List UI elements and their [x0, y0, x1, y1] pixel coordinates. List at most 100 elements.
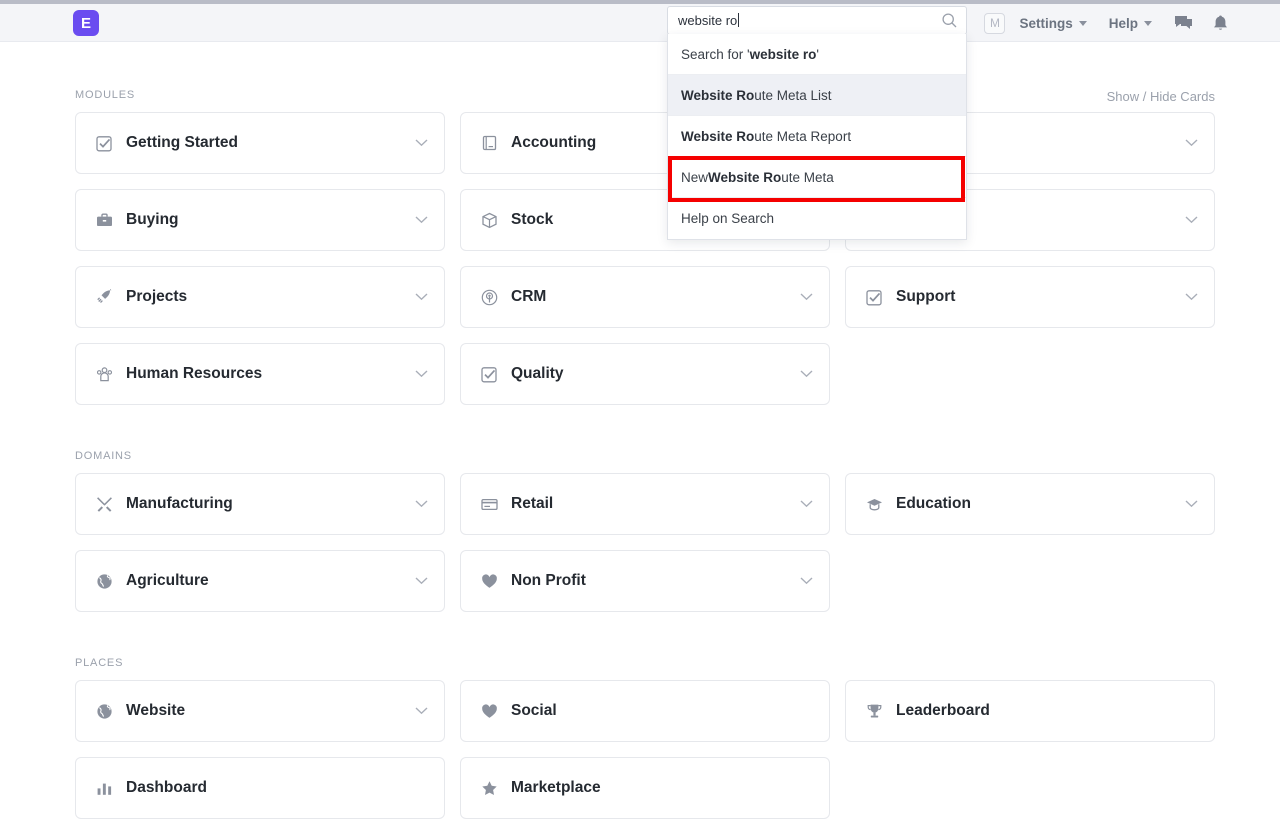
chevron-down-icon[interactable]	[415, 707, 428, 715]
bell-icon[interactable]	[1213, 15, 1228, 32]
crm-icon	[480, 288, 498, 306]
workspace-card-dashboard[interactable]: Dashboard	[75, 757, 445, 819]
workspace-card-label: Accounting	[511, 134, 596, 152]
workspace-card-label: Getting Started	[126, 134, 238, 152]
box-icon	[480, 211, 498, 229]
search-input-value: website ro	[678, 13, 739, 28]
workspace-card-support[interactable]: Support	[845, 266, 1215, 328]
workspace-card-retail[interactable]: Retail	[460, 473, 830, 535]
workspace-card-label: Leaderboard	[896, 702, 990, 720]
suggestion-match: Website Ro	[681, 129, 754, 144]
search-suggestion-help[interactable]: Help on Search	[668, 198, 966, 239]
search-icon[interactable]	[942, 13, 957, 33]
search-suggestion-search-for[interactable]: Search for 'website ro'	[668, 34, 966, 75]
workspace-card-website[interactable]: Website	[75, 680, 445, 742]
search-suggestions-dropdown: Search for 'website ro'Website Route Met…	[667, 34, 967, 240]
chevron-down-icon[interactable]	[1185, 139, 1198, 147]
globe-icon	[95, 572, 113, 590]
workspace-card-label: Non Profit	[511, 572, 586, 590]
chevron-down-icon[interactable]	[415, 577, 428, 585]
briefcase-icon	[95, 211, 113, 229]
suggestion-match: Website Ro	[681, 88, 754, 103]
star-icon	[480, 779, 498, 797]
search-suggestion-route-list[interactable]: Website Route Meta List	[668, 75, 966, 116]
suggestion-prefix: Help on Search	[681, 211, 774, 226]
workspace-card-label: Agriculture	[126, 572, 209, 590]
search-suggestion-route-new[interactable]: New Website Route Meta	[668, 157, 966, 198]
chevron-down-icon[interactable]	[1185, 293, 1198, 301]
check-square-icon	[480, 365, 498, 383]
section-heading-domains: DOMAINS	[75, 450, 132, 462]
workspace-card-crm[interactable]: CRM	[460, 266, 830, 328]
chevron-down-icon[interactable]	[415, 370, 428, 378]
check-square-icon	[865, 288, 883, 306]
tools-icon	[95, 495, 113, 513]
globe-icon	[95, 702, 113, 720]
app-logo[interactable]: E	[73, 10, 99, 36]
workspace-card-label: Support	[896, 288, 955, 306]
suggestion-suffix: '	[816, 47, 819, 62]
trophy-icon	[865, 702, 883, 720]
chevron-down-icon[interactable]	[800, 577, 813, 585]
workspace-card-label: CRM	[511, 288, 546, 306]
suggestion-suffix: ute Meta List	[754, 88, 831, 103]
chat-icon[interactable]	[1174, 15, 1193, 32]
help-menu[interactable]: Help	[1109, 16, 1152, 31]
section-heading-places: PLACES	[75, 657, 123, 669]
workspace-card-social[interactable]: Social	[460, 680, 830, 742]
workspace-card-marketplace[interactable]: Marketplace	[460, 757, 830, 819]
check-square-icon	[95, 134, 113, 152]
global-search: website ro Search for 'website ro'Websit…	[667, 6, 967, 35]
workspace-card-label: Social	[511, 702, 557, 720]
chevron-down-icon[interactable]	[800, 500, 813, 508]
heart-icon	[480, 572, 498, 590]
suggestion-match: website ro	[750, 47, 817, 62]
navbar-right-group: M Settings Help	[984, 4, 1228, 42]
search-input[interactable]: website ro	[667, 6, 967, 35]
section-heading-modules: MODULES	[75, 89, 135, 101]
workspace-card-agriculture[interactable]: Agriculture	[75, 550, 445, 612]
avatar-letter: M	[990, 16, 1000, 30]
chevron-down-icon[interactable]	[1185, 216, 1198, 224]
workspace-card-quality[interactable]: Quality	[460, 343, 830, 405]
workspace-card-non-profit[interactable]: Non Profit	[460, 550, 830, 612]
workspace-card-projects[interactable]: Projects	[75, 266, 445, 328]
chevron-down-icon[interactable]	[415, 216, 428, 224]
settings-label: Settings	[1019, 16, 1072, 31]
workspace-card-leaderboard[interactable]: Leaderboard	[845, 680, 1215, 742]
chevron-down-icon[interactable]	[800, 370, 813, 378]
workspace-card-label: Stock	[511, 211, 553, 229]
suggestion-suffix: ute Meta Report	[754, 129, 851, 144]
top-navbar: E M Settings Help	[0, 4, 1280, 42]
workspace-card-education[interactable]: Education	[845, 473, 1215, 535]
rocket-icon	[95, 288, 113, 306]
chevron-down-icon[interactable]	[415, 139, 428, 147]
workspace-card-label: Quality	[511, 365, 564, 383]
workspace-card-getting-started[interactable]: Getting Started	[75, 112, 445, 174]
settings-menu[interactable]: Settings	[1019, 16, 1086, 31]
workspace-card-label: Website	[126, 702, 185, 720]
show-hide-cards-link[interactable]: Show / Hide Cards	[1107, 89, 1215, 104]
workspace-card-manufacturing[interactable]: Manufacturing	[75, 473, 445, 535]
chart-icon	[95, 779, 113, 797]
workspace-card-label: Retail	[511, 495, 553, 513]
avatar[interactable]: M	[984, 13, 1005, 34]
chevron-down-icon[interactable]	[1185, 500, 1198, 508]
workspace-card-label: Buying	[126, 211, 179, 229]
chevron-down-icon	[1144, 21, 1152, 26]
search-suggestion-route-report[interactable]: Website Route Meta Report	[668, 116, 966, 157]
workspace-card-label: Projects	[126, 288, 187, 306]
workspace-card-human-resources[interactable]: Human Resources	[75, 343, 445, 405]
workspace-card-buying[interactable]: Buying	[75, 189, 445, 251]
suggestion-match: Website Ro	[708, 170, 781, 185]
chevron-down-icon[interactable]	[415, 500, 428, 508]
workspace-card-label: Marketplace	[511, 779, 601, 797]
chevron-down-icon[interactable]	[415, 293, 428, 301]
suggestion-suffix: ute Meta	[781, 170, 834, 185]
workspace-card-label: Education	[896, 495, 971, 513]
book-icon	[480, 134, 498, 152]
workspace-card-label: Manufacturing	[126, 495, 233, 513]
people-icon	[95, 365, 113, 383]
chevron-down-icon[interactable]	[800, 293, 813, 301]
workspace-content: MODULES Show / Hide Cards Getting Started A…	[0, 43, 1280, 799]
